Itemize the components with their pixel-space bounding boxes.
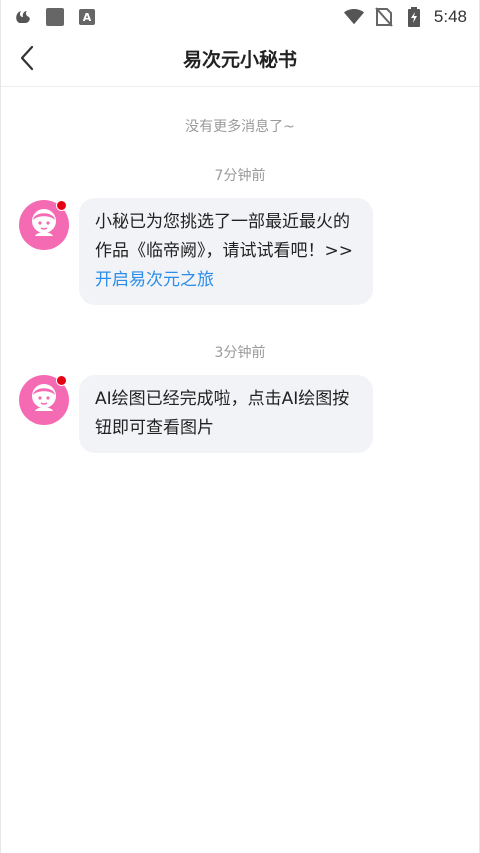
no-more-messages: 没有更多消息了~: [185, 119, 295, 135]
keyboard-a-icon: A: [77, 7, 97, 27]
unread-dot: [56, 200, 67, 211]
wifi-icon: [343, 7, 364, 27]
uc-browser-icon: [13, 7, 33, 27]
message-text: 小秘已为您挑选了一部最近最火的作品《临帝阙》，请试试看吧！>>: [95, 212, 353, 261]
message-time: 3分钟前: [214, 345, 266, 361]
no-sim-icon: [374, 7, 394, 27]
battery-charging-icon: [404, 7, 424, 27]
secretary-avatar-icon: [27, 206, 61, 244]
svg-text:A: A: [83, 11, 92, 24]
message-text: AI绘图已经完成啦，点击AI绘图按钮即可查看图片: [95, 389, 350, 438]
message-time: 7分钟前: [214, 168, 266, 184]
start-journey-link[interactable]: 开启易次元之旅: [95, 270, 214, 290]
secretary-avatar-icon: [27, 381, 61, 419]
avatar[interactable]: [19, 375, 69, 425]
message-bubble: 小秘已为您挑选了一部最近最火的作品《临帝阙》，请试试看吧！>> 开启易次元之旅: [79, 198, 373, 305]
header: 易次元小秘书: [1, 34, 479, 87]
avatar[interactable]: [19, 200, 69, 250]
page-title: 易次元小秘书: [182, 49, 297, 71]
status-bar: A 5:48: [1, 0, 479, 34]
status-time: 5:48: [433, 7, 467, 26]
message-bubble: AI绘图已经完成啦，点击AI绘图按钮即可查看图片: [79, 375, 373, 453]
app-square-icon: [45, 7, 65, 27]
unread-dot: [56, 375, 67, 386]
